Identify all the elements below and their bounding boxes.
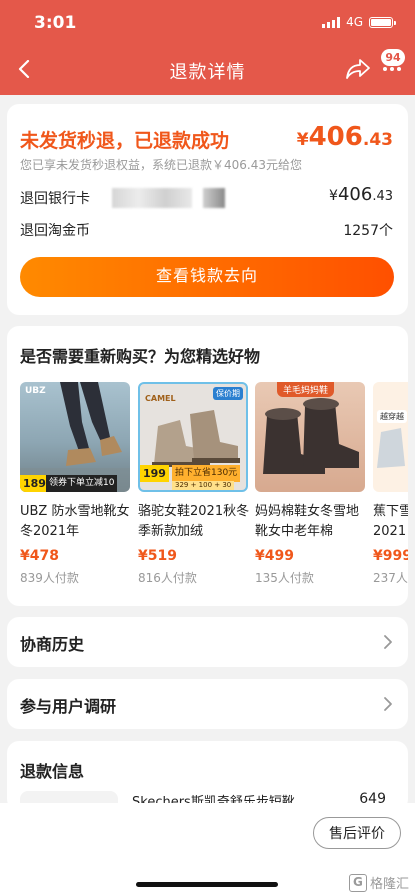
home-indicator <box>136 882 278 887</box>
track-money-button[interactable]: 查看钱款去向 <box>20 257 394 297</box>
recommendation-title: 是否需要重新购买？为您精选好物 <box>20 347 261 366</box>
amount-integer: 406 <box>337 184 373 205</box>
header-bar: 3:01 4G 退款详情 94 <box>0 0 415 95</box>
product-price: ¥519 <box>138 548 177 564</box>
product-card[interactable]: 羊毛妈妈鞋 妈妈棉鞋女冬雪地靴女中老年棉 ¥499 135人付款 <box>255 382 367 586</box>
product-card[interactable]: UBZ 189 领券下单立减10 UBZ 防水雪地靴女冬2021年 ¥478 8… <box>20 382 132 586</box>
product-name: 骆驼女鞋2021秋冬季新款加绒 <box>138 504 250 539</box>
masked-card-number-tail <box>203 188 225 208</box>
share-icon[interactable] <box>345 58 371 80</box>
refund-info-title: 退款信息 <box>20 762 85 781</box>
battery-icon <box>369 16 396 28</box>
product-sales: 237人付款 <box>373 571 408 585</box>
masked-card-number <box>112 188 192 208</box>
boots-photo <box>377 428 405 468</box>
product-image[interactable]: UBZ 189 领券下单立减10 <box>20 382 130 492</box>
network-label: 4G <box>346 15 363 29</box>
after-sale-review-button[interactable]: 售后评价 <box>313 817 401 849</box>
product-name: 蕉下雪地靴女冬2021 <box>373 504 408 539</box>
signal-icon <box>322 16 341 28</box>
coin-value: 1257个 <box>343 223 393 239</box>
product-tag-price: 189 <box>20 475 49 492</box>
recommendation-card: 是否需要重新购买？为您精选好物 UBZ 189 领券下单立减10 UBZ 防水雪… <box>7 326 408 606</box>
refund-status: 未发货秒退，已退款成功 <box>20 130 230 152</box>
bottom-action-bar: 售后评价 G 格隆汇 <box>0 803 415 896</box>
chevron-right-icon <box>384 697 392 711</box>
boots-photo <box>263 398 359 474</box>
product-name: UBZ 防水雪地靴女冬2021年 <box>20 504 130 539</box>
status-icons: 4G <box>322 15 396 29</box>
negotiation-history-row[interactable]: 协商历史 <box>7 617 408 667</box>
negotiation-history-label: 协商历史 <box>20 635 85 654</box>
product-price-breakdown: 329 + 100 + 30 <box>172 481 235 490</box>
bank-refund-amount: ¥406.43 <box>329 184 393 205</box>
product-price: ¥478 <box>20 548 59 564</box>
message-count-badge: 94 <box>381 49 405 66</box>
amount-integer: 406 <box>308 122 363 152</box>
watermark-text: 格隆汇 <box>369 877 409 892</box>
amount-decimal: .43 <box>362 130 393 150</box>
refund-info-card: 退款信息 Skechers斯凯奇舒乐步短靴 649 <box>7 741 408 821</box>
bank-card-label: 退回银行卡 <box>20 191 90 207</box>
refund-note: 您已享未发货秒退权益，系统已退款￥406.43元给您 <box>20 158 302 172</box>
product-image[interactable]: 越穿越 <box>373 382 408 492</box>
user-survey-label: 参与用户调研 <box>20 697 117 716</box>
product-price: ¥499 <box>255 548 294 564</box>
amount-decimal: .43 <box>372 189 393 204</box>
product-card[interactable]: CAMEL 保价期 199 拍下立省130元 329 + 100 + 30 骆驼… <box>138 382 250 586</box>
product-tag-price: 199 <box>140 465 169 482</box>
product-name: 妈妈棉鞋女冬雪地靴女中老年棉 <box>255 504 360 539</box>
product-card[interactable]: 越穿越 蕉下雪地靴女冬2021 ¥999 237人付款 <box>373 382 408 586</box>
currency-symbol: ¥ <box>296 130 309 150</box>
refund-amount: ¥406.43 <box>297 122 393 152</box>
product-image[interactable]: 羊毛妈妈鞋 <box>255 382 365 492</box>
user-survey-row[interactable]: 参与用户调研 <box>7 679 408 729</box>
status-time: 3:01 <box>34 13 77 33</box>
product-tag-promo: 拍下立省130元 <box>172 465 241 482</box>
product-price: ¥999 <box>373 548 408 564</box>
chevron-right-icon <box>384 635 392 649</box>
currency-symbol: ¥ <box>329 188 338 204</box>
product-sales: 135人付款 <box>255 571 314 585</box>
watermark: G 格隆汇 <box>348 873 409 892</box>
product-sales: 816人付款 <box>138 571 197 585</box>
product-image[interactable]: CAMEL 保价期 199 拍下立省130元 329 + 100 + 30 <box>138 382 248 492</box>
product-sales: 839人付款 <box>20 571 79 585</box>
watermark-logo-icon: G <box>348 873 367 892</box>
coin-label: 退回淘金币 <box>20 223 90 239</box>
product-tag-promo: 领券下单立减10 <box>46 475 118 492</box>
refund-summary-card: 未发货秒退，已退款成功 ¥406.43 您已享未发货秒退权益，系统已退款￥406… <box>7 104 408 315</box>
